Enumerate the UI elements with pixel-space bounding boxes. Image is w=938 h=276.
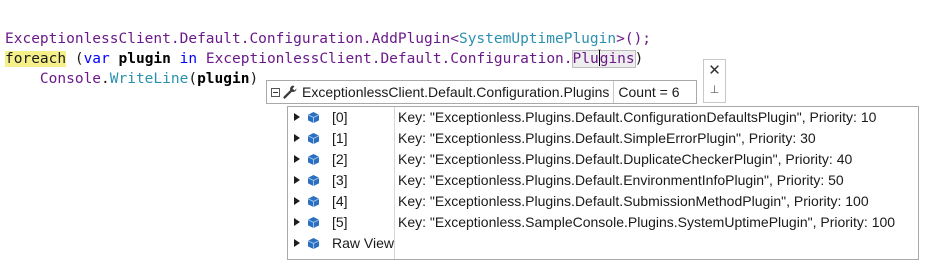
variable-plugin: plugin [118,51,171,67]
item-name: [0] [332,109,348,125]
token-type: SystemUptimePlugin [458,31,617,47]
code-line-3: Console.WriteLine(plugin) [5,69,258,89]
token-console: Console [39,71,102,87]
item-name: [1] [332,130,348,146]
object-cube-icon [307,112,320,123]
item-value[interactable]: Key: "Exceptionless.Plugins.Default.Envi… [398,170,844,191]
object-cube-icon [307,196,320,207]
keyword-foreach: foreach [5,51,67,67]
property-part-b: gins [599,51,635,67]
datatip-count: Count = 6 [618,84,680,100]
datatip-list: [0] Key: "Exceptionless.Plugins.Default.… [287,106,919,260]
item-value[interactable]: Key: "Exceptionless.Plugins.Default.Conf… [398,107,876,128]
expand-arrow-icon[interactable] [292,149,302,170]
token-paren-close: ) [249,71,259,87]
object-cube-icon [307,133,320,144]
object-cube-icon [307,154,320,165]
token-punct: ) [634,51,644,67]
datatip-item-1[interactable]: [1] Key: "Exceptionless.Plugins.Default.… [288,128,918,149]
pin-icon[interactable]: ⊥ [705,81,724,99]
token-class: ExceptionlessClient [5,31,171,47]
token-punct: >(); [616,31,652,47]
datatip-item-3[interactable]: [3] Key: "Exceptionless.Plugins.Default.… [288,170,918,191]
keyword-var: var [83,51,110,67]
code-line-2: foreach (var plugin in ExceptionlessClie… [5,49,643,69]
object-cube-icon [307,238,320,249]
item-value[interactable]: Key: "Exceptionless.Plugins.Default.Subm… [398,191,869,212]
item-name: Raw View [332,235,394,251]
token-dot: . [101,71,110,87]
datatip-header-divider [613,81,615,103]
datatip-item-5[interactable]: [5] Key: "Exceptionless.SampleConsole.Pl… [288,212,918,233]
keyword-in: in [179,51,198,67]
datatip-item-4[interactable]: [4] Key: "Exceptionless.Plugins.Default.… [288,191,918,212]
token-class: ExceptionlessClient [205,51,372,67]
datatip-expression[interactable]: ExceptionlessClient.Default.Configuratio… [302,84,613,100]
expand-arrow-icon[interactable] [292,191,302,212]
hovered-property[interactable]: Plugins [571,50,636,68]
datatip-header: ExceptionlessClient.Default.Configuratio… [266,80,697,104]
item-name: [4] [332,193,348,209]
token-member-chain: .Default.Configuration. [371,51,573,67]
item-name: [5] [332,214,348,230]
datatip-item-raw-view[interactable]: Raw View [288,233,918,254]
item-name: [3] [332,172,348,188]
object-cube-icon [307,175,320,186]
object-cube-icon [307,217,320,228]
collapse-box-icon[interactable] [271,87,280,97]
expand-arrow-icon[interactable] [292,107,302,128]
code-line-1: ExceptionlessClient.Default.Configuratio… [5,29,651,49]
token-paren-open: ( [188,71,198,87]
token-punct: ( [66,51,84,67]
item-value[interactable]: Key: "Exceptionless.Plugins.Default.Dupl… [398,149,852,170]
property-part-a: Plu [572,51,599,67]
expand-arrow-icon[interactable] [292,233,302,254]
close-icon[interactable]: ✕ [705,61,724,79]
datatip-item-0[interactable]: [0] Key: "Exceptionless.Plugins.Default.… [288,107,918,128]
variable-plugin-arg: plugin [197,71,250,87]
wrench-icon [283,85,297,99]
expand-arrow-icon[interactable] [292,170,302,191]
datatip-side-buttons: ✕ ⊥ [703,59,726,103]
item-value[interactable]: Key: "Exceptionless.Plugins.Default.Simp… [398,128,816,149]
token-member-chain: .Default.Configuration.AddPlugin< [170,31,459,47]
item-name: [2] [332,151,348,167]
token-method: WriteLine [109,71,189,87]
datatip-item-2[interactable]: [2] Key: "Exceptionless.Plugins.Default.… [288,149,918,170]
expand-arrow-icon[interactable] [292,212,302,233]
expand-arrow-icon[interactable] [292,128,302,149]
item-value[interactable]: Key: "Exceptionless.SampleConsole.Plugin… [398,212,895,233]
